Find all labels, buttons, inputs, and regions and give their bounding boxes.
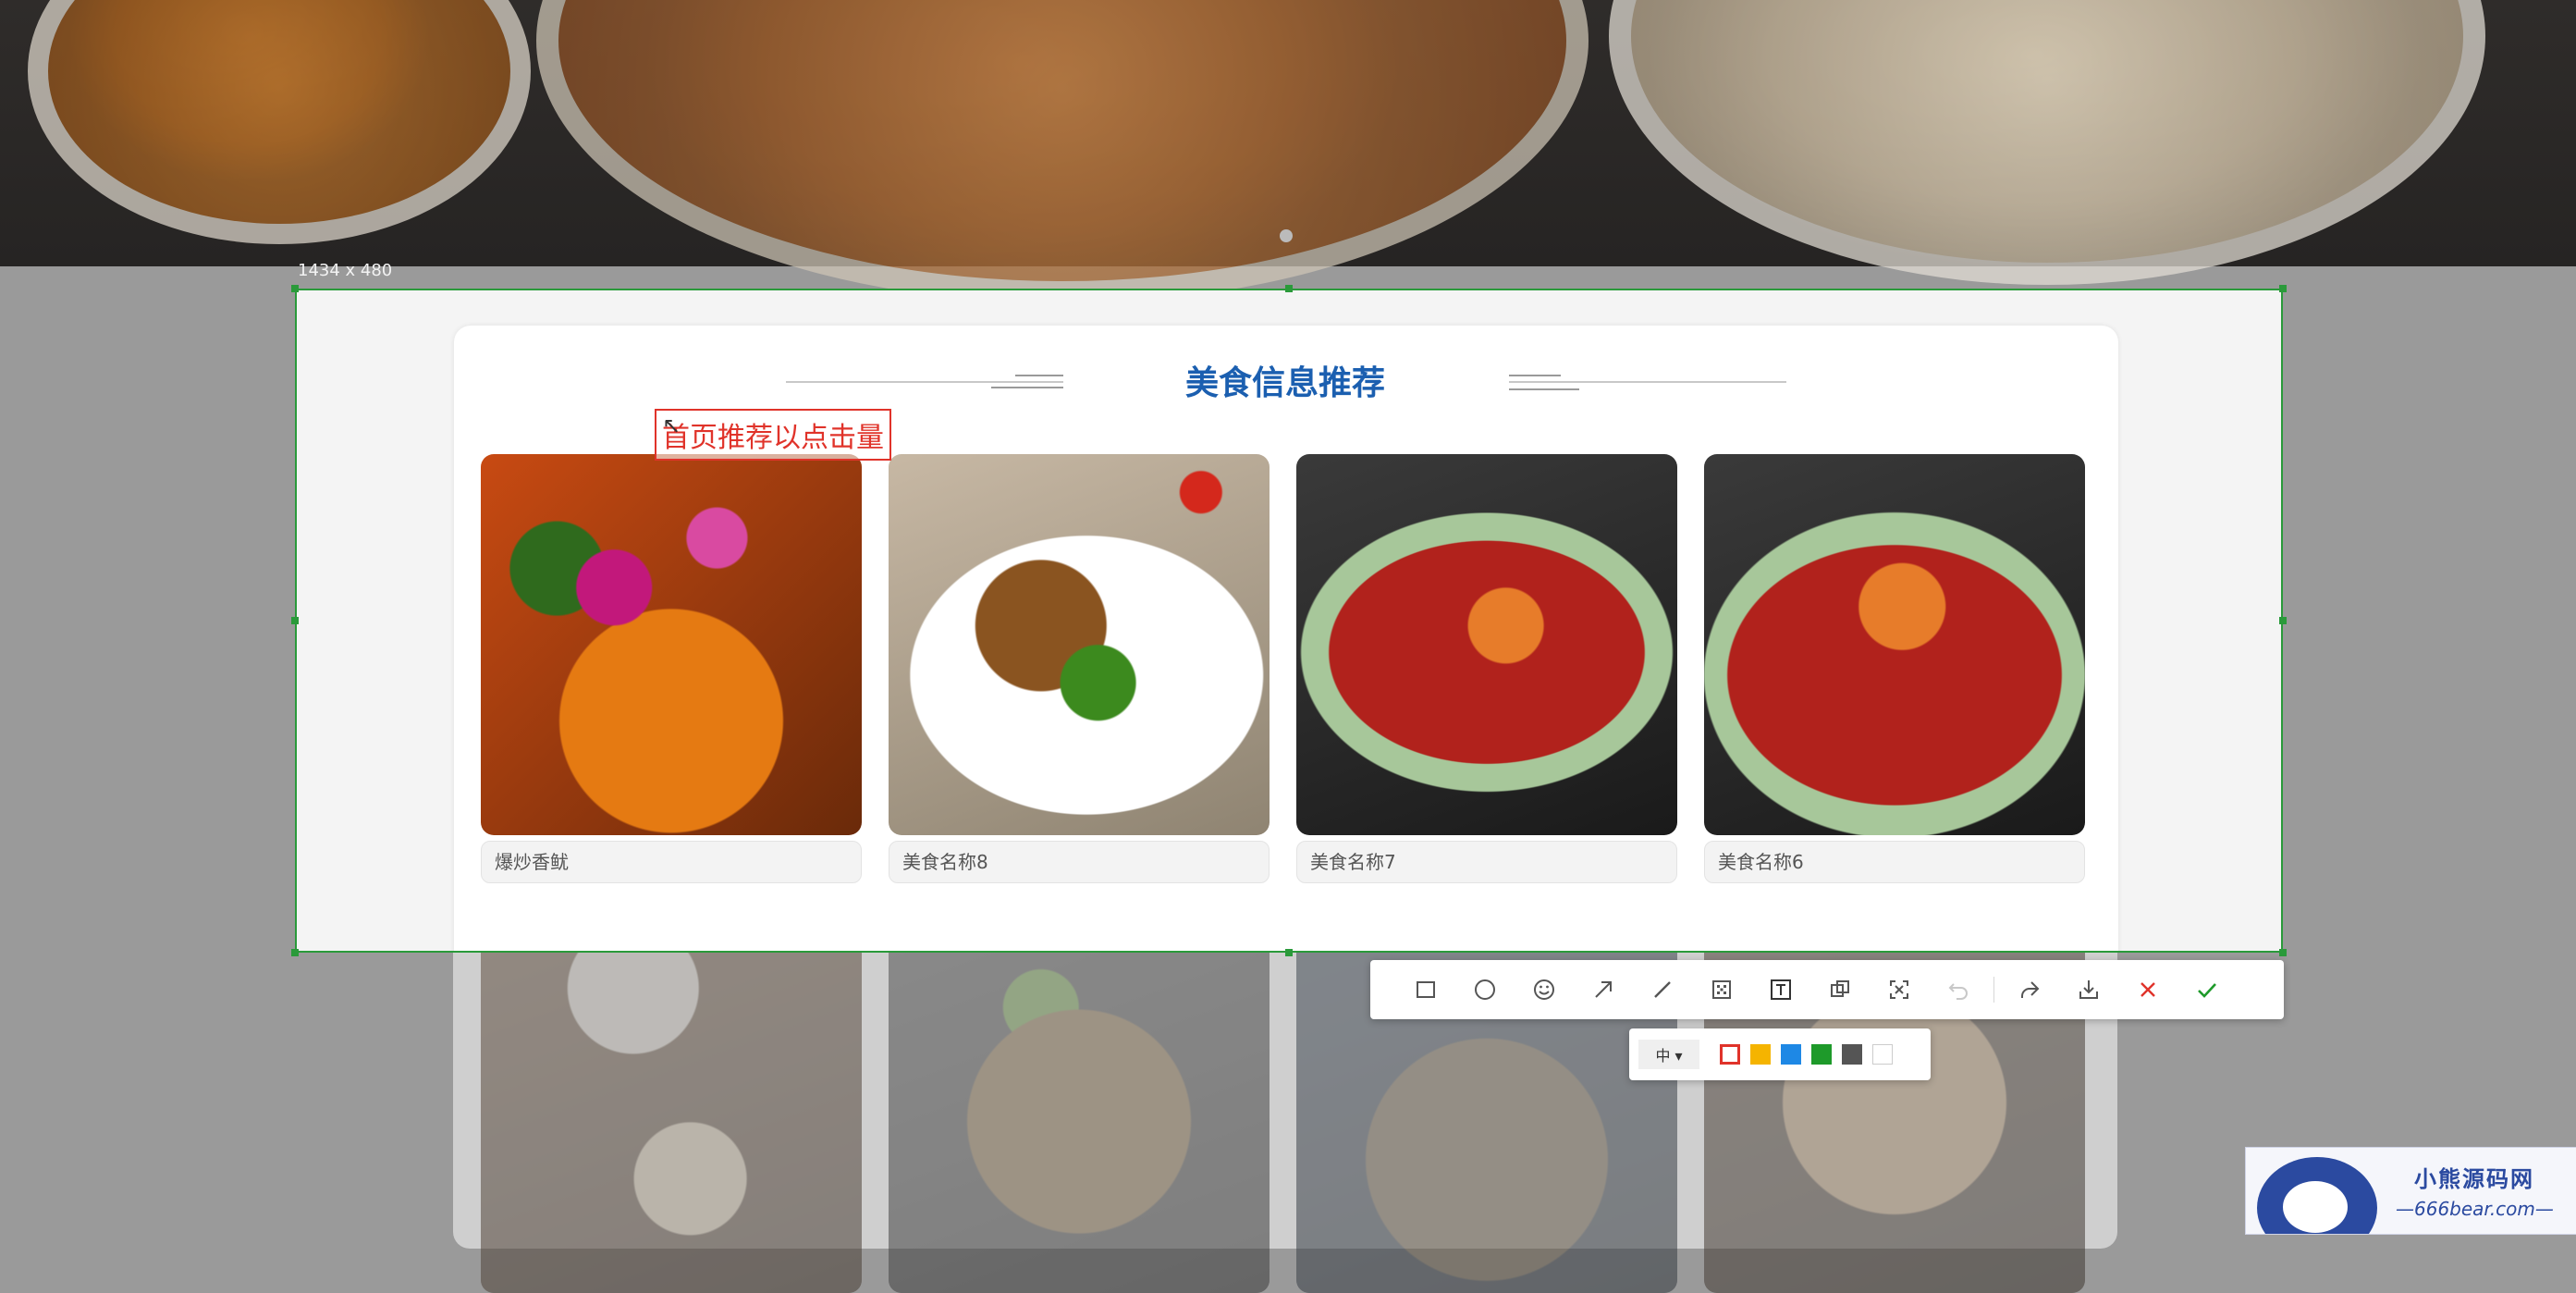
- color-swatch-yellow[interactable]: [1750, 1044, 1771, 1065]
- emoji-icon[interactable]: [1515, 960, 1574, 1019]
- mouse-cursor-icon: ↖: [662, 413, 681, 438]
- watermark-logo: 小熊源码网 —666bear.com—: [2245, 1147, 2576, 1235]
- resize-handle-top-left[interactable]: [291, 285, 299, 292]
- resize-handle-bottom-right[interactable]: [2279, 949, 2287, 956]
- cancel-icon[interactable]: [2118, 960, 2177, 1019]
- selection-size-label: 1434 x 480: [298, 261, 393, 280]
- download-icon[interactable]: [2059, 960, 2118, 1019]
- food-image[interactable]: [889, 912, 1270, 1293]
- food-card[interactable]: 美食名称6: [1704, 454, 2085, 883]
- title-decoration-left: [991, 387, 1063, 388]
- color-swatch-blue[interactable]: [1781, 1044, 1801, 1065]
- watermark-url: —666bear.com—: [2396, 1198, 2554, 1220]
- color-swatch-green[interactable]: [1811, 1044, 1832, 1065]
- food-card[interactable]: 美食名称8: [889, 454, 1270, 883]
- text-annotation[interactable]: 首页推荐以点击量: [655, 409, 891, 461]
- hero-banner-image: [0, 0, 2576, 303]
- title-decoration-right: [1509, 375, 1561, 376]
- title-decoration-right: [1509, 388, 1579, 390]
- resize-handle-top[interactable]: [1285, 285, 1293, 292]
- food-card[interactable]: [889, 912, 1270, 1293]
- font-size-select[interactable]: 中 ▾: [1638, 1040, 1699, 1069]
- screenshot-toolbar: [1370, 960, 2284, 1019]
- resize-handle-left[interactable]: [291, 617, 299, 624]
- title-decoration-left: [786, 381, 1063, 383]
- pin-icon[interactable]: [1810, 960, 1870, 1019]
- color-swatch-red[interactable]: [1720, 1044, 1740, 1065]
- undo-icon[interactable]: [1929, 960, 1988, 1019]
- rectangle-icon[interactable]: [1396, 960, 1455, 1019]
- food-name[interactable]: 美食名称6: [1704, 841, 2085, 883]
- resize-handle-bottom[interactable]: [1285, 949, 1293, 956]
- food-image[interactable]: [889, 454, 1270, 835]
- toolbar-divider: [1993, 977, 1994, 1003]
- text-options-bar: 中 ▾: [1629, 1028, 1931, 1080]
- food-card[interactable]: [481, 912, 862, 1293]
- share-icon[interactable]: [2000, 960, 2059, 1019]
- text-icon[interactable]: [1751, 960, 1810, 1019]
- food-name[interactable]: 美食名称7: [1296, 841, 1677, 883]
- ocr-icon[interactable]: [1870, 960, 1929, 1019]
- food-image[interactable]: [481, 912, 862, 1293]
- mosaic-icon[interactable]: [1692, 960, 1751, 1019]
- food-name[interactable]: 美食名称8: [889, 841, 1270, 883]
- food-image[interactable]: [1704, 454, 2085, 835]
- title-decoration-left: [1015, 375, 1063, 376]
- food-image[interactable]: [1296, 454, 1677, 835]
- ellipse-icon[interactable]: [1455, 960, 1515, 1019]
- resize-handle-top-right[interactable]: [2279, 285, 2287, 292]
- carousel-dot[interactable]: [1280, 229, 1293, 242]
- watermark-brand: 小熊源码网: [2414, 1166, 2534, 1192]
- pen-icon[interactable]: [1633, 960, 1692, 1019]
- color-swatch-white[interactable]: [1872, 1044, 1893, 1065]
- food-name[interactable]: 爆炒香鱿: [481, 841, 862, 883]
- color-swatch-gray[interactable]: [1842, 1044, 1862, 1065]
- arrow-icon[interactable]: [1574, 960, 1633, 1019]
- resize-handle-right[interactable]: [2279, 617, 2287, 624]
- food-card[interactable]: 美食名称7: [1296, 454, 1677, 883]
- food-card[interactable]: 爆炒香鱿: [481, 454, 862, 883]
- confirm-icon[interactable]: [2177, 960, 2237, 1019]
- title-decoration-right: [1509, 381, 1786, 383]
- food-image[interactable]: [481, 454, 862, 835]
- resize-handle-bottom-left[interactable]: [291, 949, 299, 956]
- section-title: 美食信息推荐: [1184, 364, 1385, 402]
